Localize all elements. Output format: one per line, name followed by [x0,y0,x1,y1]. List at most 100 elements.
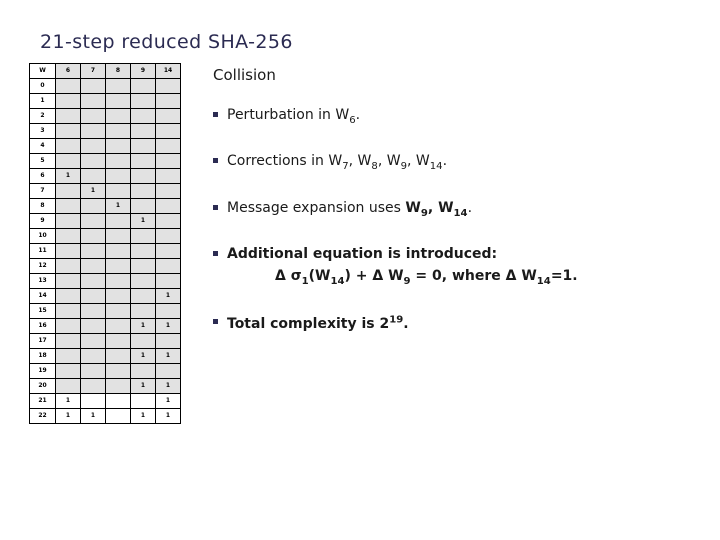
table-cell-r12-c14 [155,258,181,274]
row-label: 6 [29,168,56,184]
bullet-additional-equation: Additional equation is introduced: Δ σ1(W… [213,245,683,288]
text-segment: . [403,316,409,333]
text-segment: (W [308,268,331,285]
table-cell-r12-c9 [130,258,156,274]
text-segment: 9 [420,207,428,219]
table-cell-r13-c8 [105,273,131,289]
table-cell-r16-c7 [80,318,106,334]
table-cell-r8-c6 [55,198,81,214]
row-label: 12 [29,258,56,274]
row-label: 18 [29,348,56,364]
table-cell-r1-c8 [105,93,131,109]
table-cell-r6-c8 [105,168,131,184]
row-label: 14 [29,288,56,304]
table-row: 22 1 1 1 1 [29,408,181,424]
table-cell-r22-c7: 1 [80,408,106,424]
table-cell-r19-c7 [80,363,106,379]
table-cell-r15-c8 [105,303,131,319]
table-cell-r9-c7 [80,213,106,229]
table-cell-r13-c7 [80,273,106,289]
text-segment: = 0, where Δ W [410,268,537,285]
content-column: Collision Perturbation in W6. Corrections… [213,66,683,359]
table-row: 17 [29,333,181,349]
table-cell-r15-c9 [130,303,156,319]
table-cell-r20-c7 [80,378,106,394]
text-segment: , W [407,153,430,170]
text-segment: Perturbation in W [227,107,350,123]
table-cell-r21-c9 [130,393,156,409]
table-cell-r19-c6 [55,363,81,379]
text-segment: W [405,199,421,216]
row-label: 15 [29,303,56,319]
table-row: 4 [29,138,181,154]
table-cell-r14-c8 [105,288,131,304]
table-cell-r20-c14: 1 [155,378,181,394]
table-cell-r9-c8 [105,213,131,229]
table-cell-r14-c7 [80,288,106,304]
table-cell-r3-c14 [155,123,181,139]
table-cell-r0-c7 [80,78,106,94]
table-cell-r7-c6 [55,183,81,199]
table-cell-r3-c7 [80,123,106,139]
table-cell-r12-c7 [80,258,106,274]
table-cell-r6-c14 [155,168,181,184]
table-cell-r11-c14 [155,243,181,259]
table-cell-r4-c8 [105,138,131,154]
table-cell-r2-c7 [80,108,106,124]
header-cell-w: W [29,63,56,79]
table-cell-r9-c9: 1 [130,213,156,229]
text-segment: Δ σ [275,268,302,285]
bullet-square-icon [213,112,218,117]
table-cell-r3-c9 [130,123,156,139]
table-row: 13 [29,273,181,289]
table-cell-r18-c6 [55,348,81,364]
text-segment: , W [348,153,372,170]
table-row: 5 [29,153,181,169]
table-cell-r16-c9: 1 [130,318,156,334]
table-cell-r7-c14 [155,183,181,199]
row-label: 11 [29,243,56,259]
table-row: 20 1 1 [29,378,181,394]
table-cell-r5-c7 [80,153,106,169]
row-label: 10 [29,228,56,244]
table-cell-r4-c7 [80,138,106,154]
table-cell-r19-c14 [155,363,181,379]
row-label: 22 [29,408,56,424]
bullet-list: Perturbation in W6. Corrections in W7, W8… [213,106,683,334]
table-row: 81 [29,198,181,214]
table-cell-r4-c14 [155,138,181,154]
table-row: 10 [29,228,181,244]
text-segment: Corrections in W [227,153,343,170]
table-cell-r14-c9 [130,288,156,304]
table-header-row: W 6 7 8 9 14 [29,63,181,79]
table-cell-r17-c7 [80,333,106,349]
row-label: 2 [29,108,56,124]
table-cell-r20-c9: 1 [130,378,156,394]
bullet-message-expansion: Message expansion uses W9, W14. [213,199,683,220]
bullet-text: Perturbation in W6. [227,107,360,126]
collision-label: Collision [213,66,276,84]
row-label: 7 [29,183,56,199]
table-cell-r21-c7 [80,393,106,409]
bullet-text: Additional equation is introduced: [227,246,497,262]
table-cell-r18-c9: 1 [130,348,156,364]
table-cell-r5-c8 [105,153,131,169]
text-segment: 14 [429,161,443,173]
table-row: 71 [29,183,181,199]
bullet-perturbation: Perturbation in W6. [213,106,683,127]
bullet-total-complexity: Total complexity is 219. [213,313,683,334]
table-cell-r8-c14 [155,198,181,214]
table-cell-r1-c7 [80,93,106,109]
text-segment: . [467,199,473,216]
table-cell-r17-c9 [130,333,156,349]
table-row: 18 1 1 [29,348,181,364]
table-cell-r18-c14: 1 [155,348,181,364]
message-difference-table: W 6 7 8 9 14 0 1 2 3 4 5 6 1 7 1 8 1 9 1 10 11 12 13 14 1 15 16 1 1 17… [29,63,181,424]
text-segment: 14 [536,275,551,287]
table-cell-r1-c6 [55,93,81,109]
text-segment: Additional equation is introduced: [227,246,498,263]
bullet-corrections: Corrections in W7, W8, W9, W14. [213,152,683,173]
table-cell-r15-c7 [80,303,106,319]
table-cell-r4-c6 [55,138,81,154]
table-cell-r11-c8 [105,243,131,259]
